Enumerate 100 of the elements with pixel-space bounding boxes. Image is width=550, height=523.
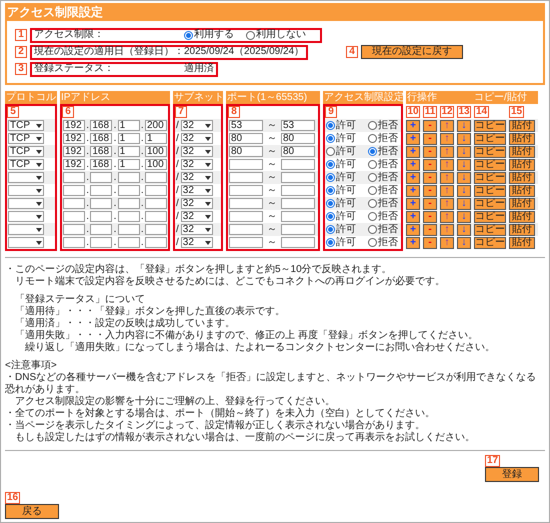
text-field[interactable] bbox=[144, 185, 167, 196]
text-field[interactable]: 192 bbox=[63, 146, 85, 157]
subnet-dropdown[interactable]: 32 bbox=[180, 120, 213, 131]
radio-button[interactable] bbox=[368, 212, 377, 221]
text-field[interactable]: 80 bbox=[229, 146, 263, 157]
text-field[interactable]: 80 bbox=[281, 133, 315, 144]
text-field[interactable]: 53 bbox=[281, 120, 315, 131]
row-action-button[interactable]: 貼付 bbox=[509, 172, 535, 184]
row-action-button[interactable]: コピー bbox=[474, 210, 506, 222]
text-field[interactable] bbox=[90, 185, 112, 196]
text-field[interactable] bbox=[281, 172, 315, 183]
text-field[interactable]: 200 bbox=[144, 120, 167, 131]
radio-button[interactable] bbox=[326, 212, 335, 221]
text-field[interactable]: 1 bbox=[118, 120, 140, 131]
text-field[interactable] bbox=[90, 198, 112, 209]
radio-button[interactable] bbox=[326, 173, 335, 182]
row-action-button[interactable]: 貼付 bbox=[509, 210, 535, 222]
text-field[interactable]: 100 bbox=[144, 146, 167, 157]
text-field[interactable] bbox=[229, 159, 263, 170]
text-field[interactable] bbox=[144, 211, 167, 222]
row-action-button[interactable]: コピー bbox=[474, 158, 506, 170]
text-field[interactable] bbox=[118, 224, 140, 235]
radio-button[interactable] bbox=[326, 199, 335, 208]
radio-button[interactable] bbox=[368, 199, 377, 208]
text-field[interactable]: 1 bbox=[118, 133, 140, 144]
row-action-button[interactable]: 貼付 bbox=[509, 146, 535, 158]
radio-button[interactable] bbox=[368, 173, 377, 182]
protocol-dropdown[interactable]: TCP bbox=[8, 159, 44, 170]
text-field[interactable] bbox=[144, 198, 167, 209]
radio-button[interactable] bbox=[368, 238, 377, 247]
protocol-dropdown[interactable]: TCP bbox=[8, 120, 44, 131]
text-field[interactable] bbox=[144, 172, 167, 183]
subnet-dropdown[interactable]: 32 bbox=[180, 172, 213, 183]
register-button[interactable]: 登録 bbox=[485, 467, 539, 482]
radio-button[interactable] bbox=[326, 225, 335, 234]
text-field[interactable]: 1 bbox=[118, 146, 140, 157]
text-field[interactable] bbox=[63, 185, 85, 196]
text-field[interactable] bbox=[90, 237, 112, 248]
subnet-dropdown[interactable]: 32 bbox=[180, 185, 213, 196]
radio-button[interactable] bbox=[368, 186, 377, 195]
subnet-dropdown[interactable]: 32 bbox=[180, 146, 213, 157]
text-field[interactable]: 53 bbox=[229, 120, 263, 131]
row-action-button[interactable]: 貼付 bbox=[509, 120, 535, 132]
text-field[interactable] bbox=[118, 198, 140, 209]
text-field[interactable]: 168 bbox=[90, 159, 112, 170]
text-field[interactable] bbox=[229, 185, 263, 196]
radio-button[interactable] bbox=[368, 147, 377, 156]
row-action-button[interactable]: 貼付 bbox=[509, 198, 535, 210]
protocol-dropdown[interactable] bbox=[8, 198, 44, 209]
row-action-button[interactable]: 貼付 bbox=[509, 184, 535, 196]
protocol-dropdown[interactable] bbox=[8, 237, 44, 248]
row-action-button[interactable]: コピー bbox=[474, 146, 506, 158]
text-field[interactable]: 1 bbox=[118, 159, 140, 170]
protocol-dropdown[interactable]: TCP bbox=[8, 133, 44, 144]
row-action-button[interactable]: コピー bbox=[474, 120, 506, 132]
text-field[interactable] bbox=[63, 211, 85, 222]
text-field[interactable]: 192 bbox=[63, 133, 85, 144]
text-field[interactable]: 168 bbox=[90, 133, 112, 144]
radio-button[interactable] bbox=[368, 121, 377, 130]
text-field[interactable] bbox=[63, 172, 85, 183]
radio-button[interactable] bbox=[246, 30, 255, 40]
row-action-button[interactable]: コピー bbox=[474, 236, 506, 248]
subnet-dropdown[interactable]: 32 bbox=[180, 224, 213, 235]
text-field[interactable] bbox=[229, 224, 263, 235]
subnet-dropdown[interactable]: 32 bbox=[180, 211, 213, 222]
protocol-dropdown[interactable] bbox=[8, 224, 44, 235]
text-field[interactable] bbox=[63, 224, 85, 235]
subnet-dropdown[interactable]: 32 bbox=[180, 133, 213, 144]
text-field[interactable] bbox=[90, 172, 112, 183]
row-action-button[interactable]: コピー bbox=[474, 184, 506, 196]
text-field[interactable] bbox=[118, 211, 140, 222]
text-field[interactable]: 80 bbox=[281, 146, 315, 157]
protocol-dropdown[interactable] bbox=[8, 185, 44, 196]
back-button[interactable]: 戻る bbox=[5, 504, 59, 519]
row-action-button[interactable]: コピー bbox=[474, 132, 506, 144]
text-field[interactable] bbox=[281, 224, 315, 235]
radio-button[interactable] bbox=[368, 160, 377, 169]
text-field[interactable] bbox=[281, 185, 315, 196]
subnet-dropdown[interactable]: 32 bbox=[180, 198, 213, 209]
text-field[interactable]: 192 bbox=[63, 120, 85, 131]
row-action-button[interactable]: コピー bbox=[474, 198, 506, 210]
text-field[interactable] bbox=[118, 172, 140, 183]
text-field[interactable] bbox=[281, 198, 315, 209]
text-field[interactable]: 1 bbox=[144, 133, 167, 144]
text-field[interactable] bbox=[281, 159, 315, 170]
radio-button[interactable] bbox=[368, 134, 377, 143]
text-field[interactable] bbox=[63, 237, 85, 248]
text-field[interactable] bbox=[281, 211, 315, 222]
text-field[interactable] bbox=[118, 237, 140, 248]
text-field[interactable] bbox=[229, 211, 263, 222]
text-field[interactable]: 168 bbox=[90, 146, 112, 157]
protocol-dropdown[interactable] bbox=[8, 211, 44, 222]
text-field[interactable] bbox=[90, 224, 112, 235]
radio-button[interactable] bbox=[184, 30, 193, 40]
text-field[interactable] bbox=[144, 224, 167, 235]
text-field[interactable] bbox=[118, 185, 140, 196]
radio-button[interactable] bbox=[326, 160, 335, 169]
subnet-dropdown[interactable]: 32 bbox=[180, 159, 213, 170]
text-field[interactable] bbox=[229, 198, 263, 209]
subnet-dropdown[interactable]: 32 bbox=[180, 237, 213, 248]
